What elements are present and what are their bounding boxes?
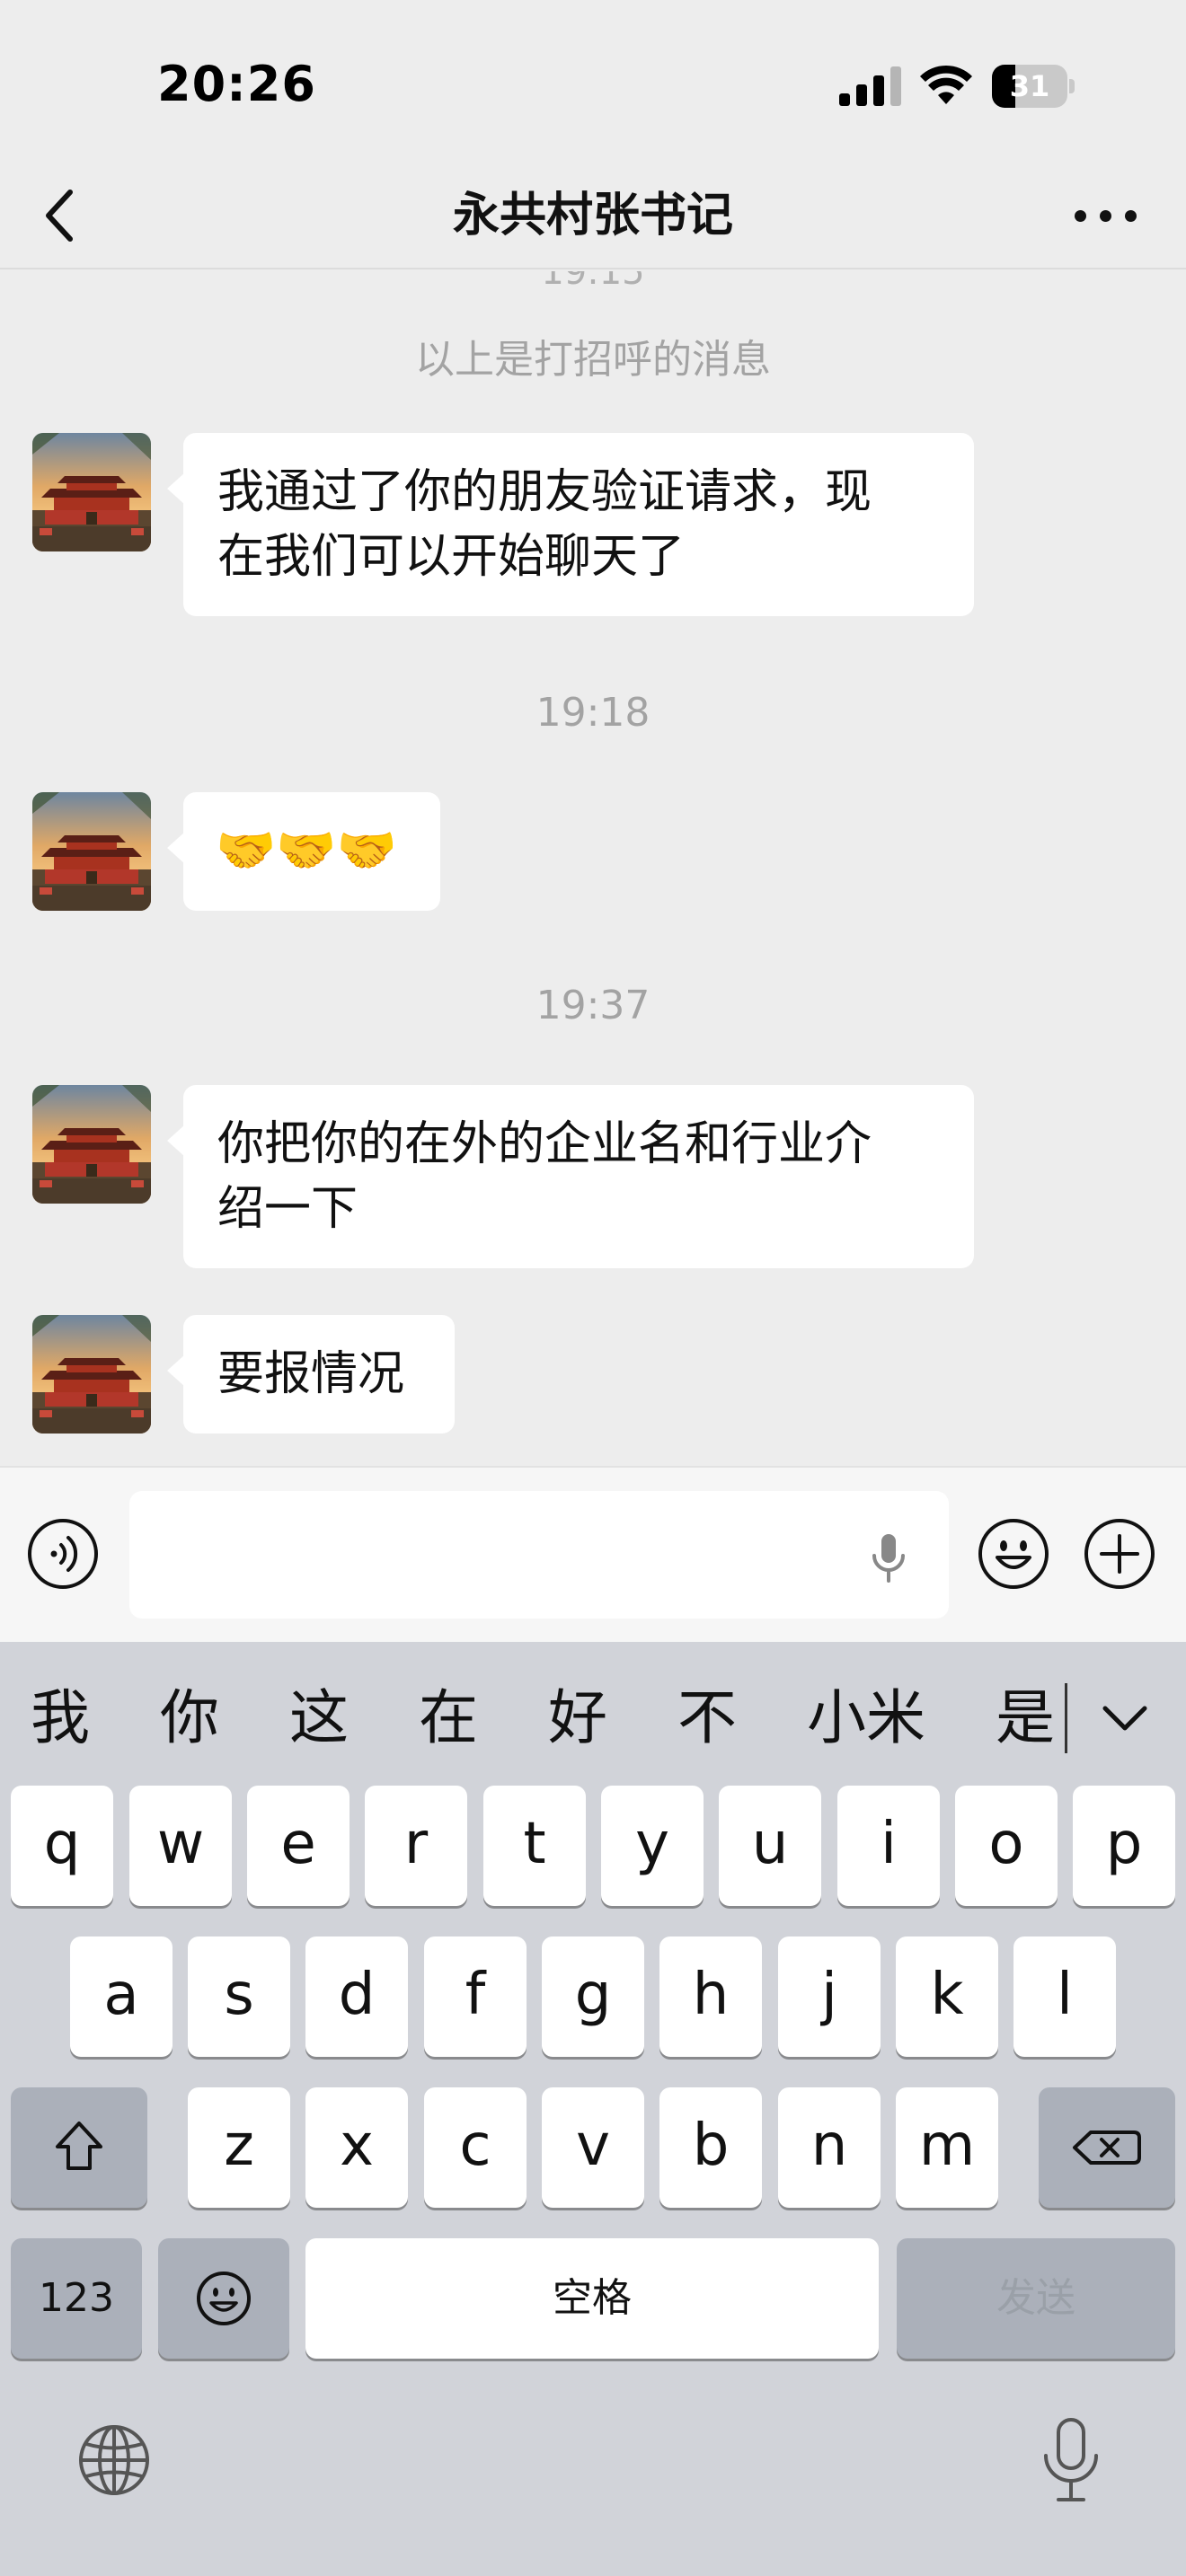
key-r[interactable]: r <box>365 1786 467 1906</box>
key-n[interactable]: n <box>778 2087 881 2208</box>
key-x[interactable]: x <box>305 2087 408 2208</box>
key-m[interactable]: m <box>896 2087 998 2208</box>
key-l[interactable]: l <box>1013 1936 1116 2057</box>
microphone-icon[interactable] <box>866 1532 911 1583</box>
key-q[interactable]: q <box>11 1786 113 1906</box>
message-text-line: 绍一下 <box>217 1182 358 1236</box>
avatar-image <box>32 1315 151 1434</box>
key-d[interactable]: d <box>305 1936 408 2057</box>
message-text-line: 在我们可以开始聊天了 <box>217 530 686 584</box>
system-message: 以上是打招呼的消息 <box>415 337 771 383</box>
timestamp-partial: 19:15 <box>541 271 645 293</box>
nav-bar: 永共村张书记 <box>0 162 1186 269</box>
emoji-keyboard-icon <box>197 2272 251 2325</box>
avatar-image <box>32 792 151 911</box>
cellular-signal-icon <box>839 66 902 106</box>
key-p[interactable]: p <box>1073 1786 1175 1906</box>
message-bubble[interactable]: 我通过了你的朋友验证请求，现 在我们可以开始聊天了 <box>167 433 974 616</box>
key-c[interactable]: c <box>424 2087 527 2208</box>
key-g[interactable]: g <box>542 1936 644 2057</box>
candidate-word[interactable]: 是 <box>996 1678 1055 1759</box>
key-w[interactable]: w <box>129 1786 232 1906</box>
more-options-icon[interactable] <box>1069 198 1141 234</box>
battery-icon: 31 <box>992 65 1075 108</box>
key-y[interactable]: y <box>601 1786 704 1906</box>
key-j[interactable]: j <box>778 1936 881 2057</box>
message-text-line: 我通过了你的朋友验证请求，现 <box>217 465 872 519</box>
candidate-divider <box>1065 1683 1067 1753</box>
contact-avatar[interactable] <box>32 1315 151 1434</box>
candidate-word[interactable]: 我 <box>31 1678 90 1759</box>
message-timestamp: 19:18 <box>535 690 651 736</box>
space-key[interactable]: 空格 <box>305 2238 879 2359</box>
candidate-word[interactable]: 小米 <box>807 1678 925 1759</box>
key-b[interactable]: b <box>659 2087 762 2208</box>
globe-icon[interactable] <box>77 2423 151 2497</box>
candidate-word[interactable]: 你 <box>160 1678 219 1759</box>
key-k[interactable]: k <box>896 1936 998 2057</box>
chat-screen: 20:26 31 永共村张书记 19:15 以上是打招呼的消息 我通过了你的朋友… <box>0 0 1186 2576</box>
numbers-key[interactable]: 123 <box>11 2238 142 2359</box>
delete-key[interactable] <box>1039 2087 1175 2208</box>
dictation-microphone-icon[interactable] <box>1039 2416 1103 2504</box>
handshake-emoji: 🤝🤝🤝 <box>216 822 397 878</box>
add-plus-icon[interactable] <box>1084 1518 1155 1590</box>
key-t[interactable]: t <box>483 1786 586 1906</box>
key-i[interactable]: i <box>837 1786 940 1906</box>
message-text: 要报情况 <box>217 1347 405 1401</box>
key-v[interactable]: v <box>542 2087 644 2208</box>
key-h[interactable]: h <box>659 1936 762 2057</box>
emoji-key[interactable] <box>158 2238 289 2359</box>
message-input[interactable] <box>129 1491 949 1619</box>
key-o[interactable]: o <box>955 1786 1058 1906</box>
keyboard: 我 你 这 在 好 不 小米 是 q w e r t y u i o p a s… <box>0 1642 1186 2576</box>
message-bubble[interactable]: 要报情况 <box>167 1315 455 1434</box>
candidate-word[interactable]: 好 <box>548 1678 607 1759</box>
input-bar <box>0 1466 1186 1642</box>
send-key[interactable]: 发送 <box>897 2238 1175 2359</box>
key-s[interactable]: s <box>188 1936 290 2057</box>
message-bubble[interactable]: 🤝🤝🤝 <box>167 792 440 911</box>
key-u[interactable]: u <box>719 1786 821 1906</box>
back-chevron-icon[interactable] <box>36 181 90 250</box>
candidate-word[interactable]: 在 <box>419 1678 478 1759</box>
message-bubble[interactable]: 你把你的在外的企业名和行业介 绍一下 <box>167 1085 974 1268</box>
message-timestamp: 19:37 <box>535 983 651 1028</box>
message-text-line: 你把你的在外的企业名和行业介 <box>217 1117 872 1171</box>
status-bar: 20:26 31 <box>0 0 1186 162</box>
key-e[interactable]: e <box>247 1786 350 1906</box>
avatar-image <box>32 1085 151 1204</box>
contact-avatar[interactable] <box>32 433 151 551</box>
message-list[interactable]: 19:15 以上是打招呼的消息 我通过了你的朋友验证请求，现 在我们可以开始聊天… <box>0 271 1186 1466</box>
contact-avatar[interactable] <box>32 1085 151 1204</box>
shift-arrow-icon <box>56 2122 102 2170</box>
battery-level: 31 <box>1009 69 1050 103</box>
contact-avatar[interactable] <box>32 792 151 911</box>
shift-key[interactable] <box>11 2087 147 2208</box>
avatar-image <box>32 433 151 551</box>
emoji-icon[interactable] <box>978 1518 1049 1590</box>
candidate-bar: 我 你 这 在 好 不 小米 是 <box>0 1642 1186 1795</box>
status-time: 20:26 <box>157 56 316 112</box>
key-f[interactable]: f <box>424 1936 527 2057</box>
backspace-icon <box>1073 2130 1141 2165</box>
wifi-icon <box>920 65 972 104</box>
key-z[interactable]: z <box>188 2087 290 2208</box>
expand-candidates-chevron-icon[interactable] <box>1100 1696 1150 1741</box>
candidate-word[interactable]: 这 <box>289 1678 349 1759</box>
candidate-word[interactable]: 不 <box>677 1678 737 1759</box>
voice-mode-icon[interactable] <box>27 1518 99 1590</box>
key-a[interactable]: a <box>70 1936 173 2057</box>
chat-title: 永共村张书记 <box>452 189 733 243</box>
